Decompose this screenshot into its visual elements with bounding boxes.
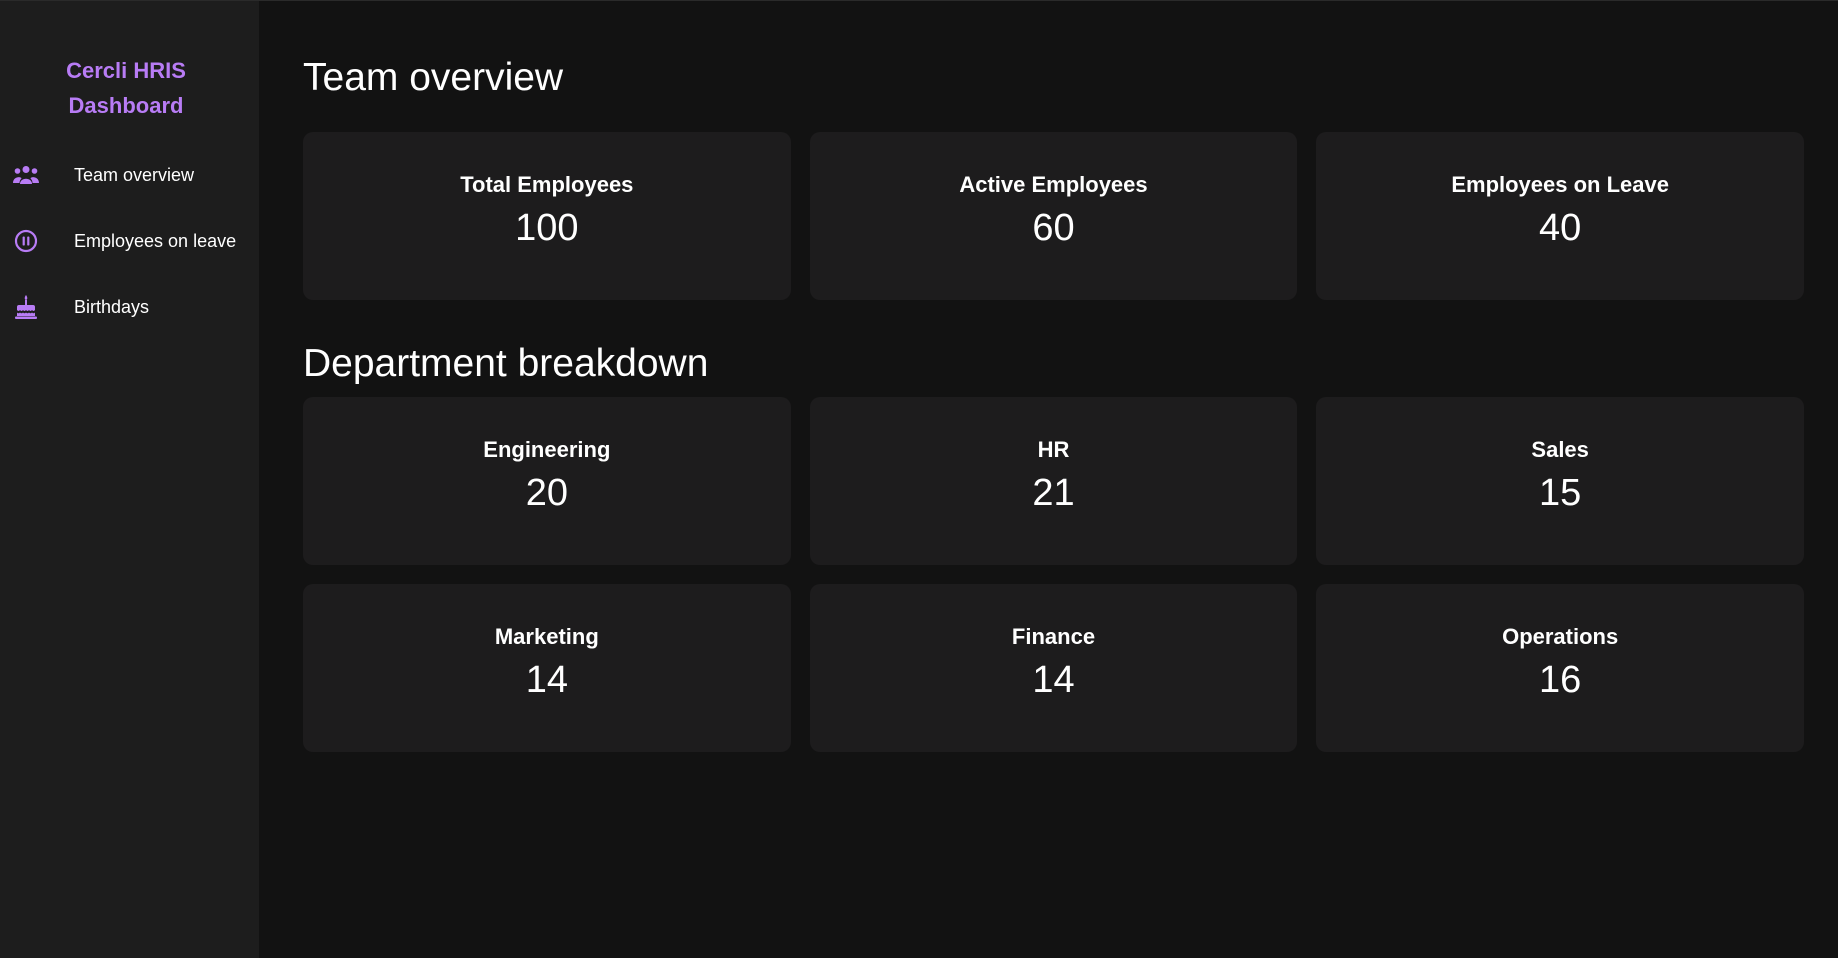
dept-card-hr: HR 21	[809, 397, 1298, 565]
sidebar-nav: Team overview Employees on leave Birthda…	[0, 142, 259, 340]
team-overview-title: Team overview	[303, 56, 564, 99]
sidebar-item-employees-on-leave[interactable]: Employees on leave	[0, 208, 259, 274]
sidebar-item-team-overview[interactable]: Team overview	[0, 142, 259, 208]
birthday-cake-icon	[13, 294, 39, 320]
stat-card-total-employees: Total Employees 100	[303, 132, 791, 300]
team-icon	[13, 162, 39, 188]
sidebar-item-birthdays[interactable]: Birthdays	[0, 274, 259, 340]
card-value: 21	[1032, 472, 1075, 514]
pause-circle-icon	[13, 228, 39, 254]
card-value: 15	[1539, 472, 1582, 514]
card-value: 14	[525, 659, 568, 701]
card-label: Total Employees	[460, 172, 634, 197]
card-value: 14	[1032, 659, 1075, 701]
stat-card-employees-on-leave: Employees on Leave 40	[1316, 132, 1804, 300]
card-value: 20	[525, 472, 568, 514]
card-label: Finance	[1011, 624, 1096, 649]
card-value: 100	[515, 207, 579, 249]
overview-cards: Total Employees 100 Active Employees 60 …	[303, 132, 1804, 300]
app-root: Cercli HRIS Dashboard Team overview Empl…	[0, 0, 1838, 958]
dept-card-operations: Operations 16	[1316, 584, 1804, 752]
brand-line-1: Cercli HRIS	[66, 58, 186, 83]
main-content: Team overview Total Employees 100 Active…	[259, 1, 1838, 958]
card-value: 16	[1539, 659, 1582, 701]
dept-card-sales: Sales 15	[1316, 397, 1804, 565]
department-breakdown-title: Department breakdown	[303, 342, 709, 385]
card-label: HR	[1037, 437, 1070, 462]
department-cards: Engineering 20 HR 21 Sales 15 Marketing …	[303, 397, 1804, 752]
card-label: Sales	[1531, 437, 1589, 462]
card-label: Employees on Leave	[1451, 172, 1669, 197]
sidebar-item-label: Employees on leave	[74, 230, 237, 251]
card-label: Operations	[1502, 624, 1619, 649]
sidebar-item-label: Birthdays	[74, 296, 150, 317]
card-label: Engineering	[483, 437, 611, 462]
card-value: 40	[1539, 207, 1582, 249]
dept-card-finance: Finance 14	[809, 584, 1298, 752]
sidebar: Cercli HRIS Dashboard Team overview Empl…	[0, 1, 259, 958]
dept-card-engineering: Engineering 20	[303, 397, 791, 565]
sidebar-item-label: Team overview	[74, 164, 195, 185]
brand-title: Cercli HRIS Dashboard	[0, 1, 252, 123]
stat-card-active-employees: Active Employees 60	[809, 132, 1298, 300]
card-value: 60	[1032, 207, 1075, 249]
card-label: Active Employees	[959, 172, 1148, 197]
card-label: Marketing	[494, 624, 599, 649]
dept-card-marketing: Marketing 14	[303, 584, 791, 752]
brand-line-2: Dashboard	[68, 93, 184, 118]
